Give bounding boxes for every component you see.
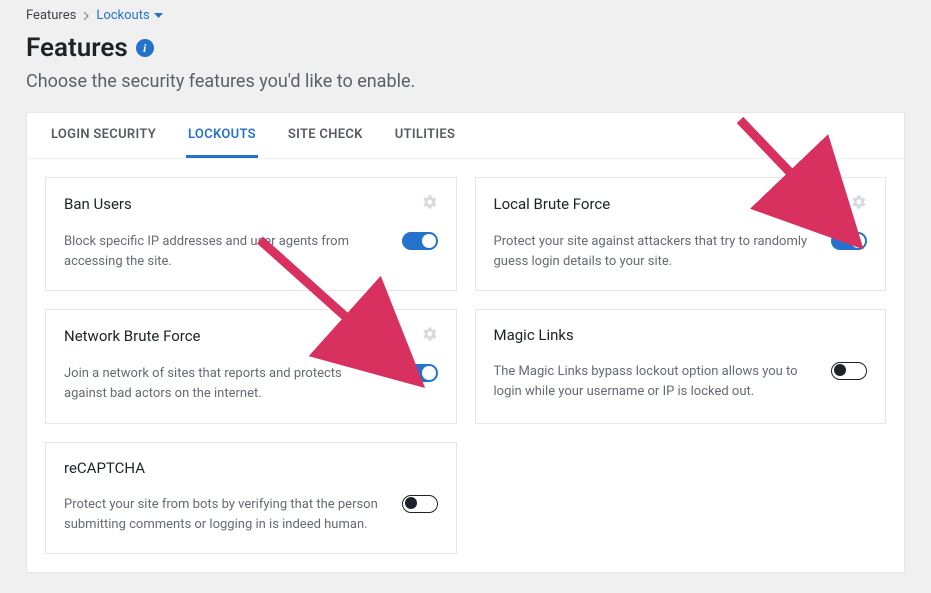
card-description: Block specific IP addresses and user age…: [64, 232, 384, 272]
breadcrumb-root[interactable]: Features: [26, 8, 76, 23]
card-title: Ban Users: [64, 195, 132, 213]
breadcrumb: Features Lockouts: [26, 0, 905, 23]
card-description: Protect your site from bots by verifying…: [64, 495, 384, 535]
tab-lockouts[interactable]: LOCKOUTS: [186, 113, 258, 158]
toggle-local-brute-force[interactable]: [831, 232, 867, 250]
card-title: Local Brute Force: [494, 195, 611, 213]
gear-icon[interactable]: [851, 194, 867, 214]
card-local-brute-force: Local Brute Force Protect your site agai…: [475, 177, 887, 291]
card-title: Network Brute Force: [64, 327, 201, 345]
tabs: LOGIN SECURITY LOCKOUTS SITE CHECK UTILI…: [27, 113, 904, 159]
card-ban-users: Ban Users Block specific IP addresses an…: [45, 177, 457, 291]
card-recaptcha: reCAPTCHA Protect your site from bots by…: [45, 442, 457, 554]
card-title: Magic Links: [494, 326, 574, 344]
page-title-text: Features: [26, 33, 128, 63]
toggle-recaptcha[interactable]: [402, 495, 438, 513]
toggle-ban-users[interactable]: [402, 232, 438, 250]
card-network-brute-force: Network Brute Force Join a network of si…: [45, 309, 457, 423]
card-description: Protect your site against attackers that…: [494, 232, 814, 272]
tab-site-check[interactable]: SITE CHECK: [286, 113, 365, 158]
breadcrumb-current[interactable]: Lockouts: [96, 8, 162, 23]
card-description: The Magic Links bypass lockout option al…: [494, 362, 814, 402]
info-icon[interactable]: i: [136, 39, 154, 57]
tab-login-security[interactable]: LOGIN SECURITY: [49, 113, 158, 158]
card-description: Join a network of sites that reports and…: [64, 364, 384, 404]
toggle-network-brute-force[interactable]: [402, 364, 438, 382]
toggle-magic-links[interactable]: [831, 362, 867, 380]
gear-icon[interactable]: [422, 194, 438, 214]
page-title: Features i: [26, 33, 905, 63]
caret-down-icon: [154, 13, 163, 19]
page-subtitle: Choose the security features you'd like …: [26, 71, 905, 92]
card-magic-links: Magic Links The Magic Links bypass locko…: [475, 309, 887, 423]
features-panel: LOGIN SECURITY LOCKOUTS SITE CHECK UTILI…: [26, 112, 905, 573]
chevron-right-icon: [82, 12, 90, 20]
cards-grid: Ban Users Block specific IP addresses an…: [27, 159, 904, 572]
breadcrumb-current-label: Lockouts: [96, 8, 149, 23]
tab-utilities[interactable]: UTILITIES: [393, 113, 458, 158]
card-title: reCAPTCHA: [64, 459, 145, 477]
gear-icon[interactable]: [422, 326, 438, 346]
